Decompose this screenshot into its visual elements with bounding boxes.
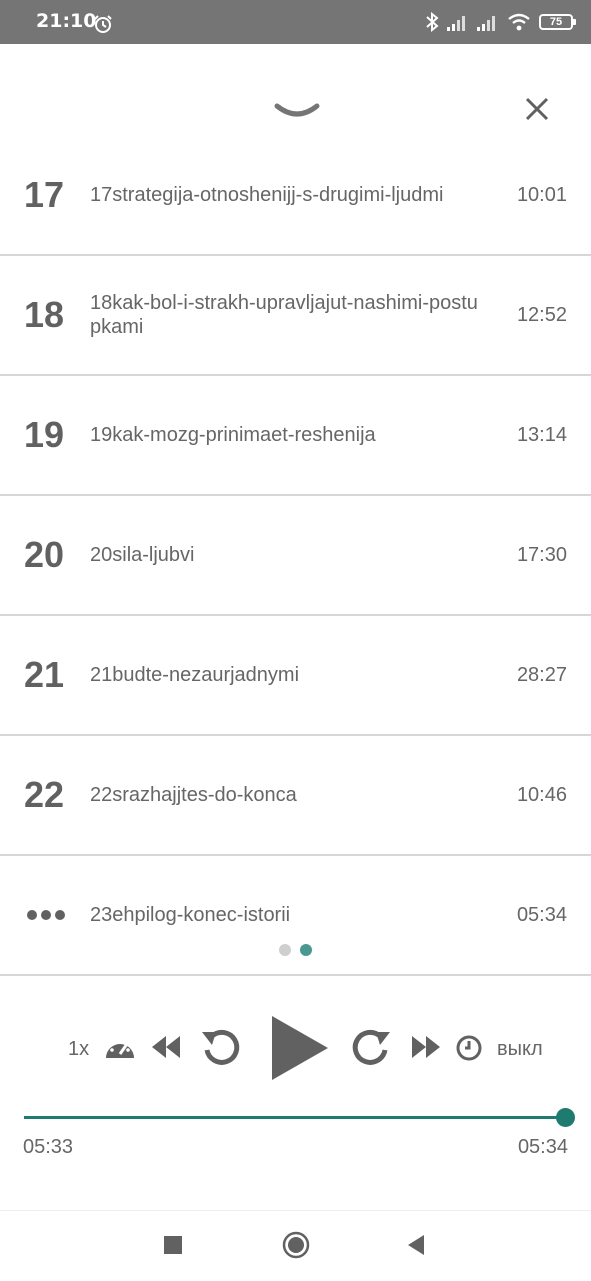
loading-indicator-icon — [279, 944, 312, 956]
track-title: 22srazhajjtes-do-konca — [90, 784, 297, 806]
more-dots-icon — [27, 910, 65, 920]
system-nav-bar — [0, 1210, 591, 1281]
seek-bar-fill — [24, 1116, 566, 1119]
playlist-item[interactable]: 21 21budte-nezaurjadnymi 28:27 — [0, 616, 591, 736]
track-number: 21 — [24, 654, 65, 695]
track-title: 20sila-ljubvi — [90, 544, 195, 566]
signal-icon — [447, 16, 465, 31]
elapsed-time: 05:33 — [23, 1136, 74, 1158]
battery-icon: 75 — [539, 14, 576, 30]
play-icon[interactable] — [268, 1014, 330, 1082]
track-title: 17strategija-otnoshenijj-s-drugimi-ljudm… — [90, 184, 444, 206]
sleep-timer-label[interactable]: выкл — [497, 1038, 543, 1061]
seek-bar[interactable] — [24, 1108, 576, 1127]
track-number: 19 — [24, 414, 65, 455]
status-time: 21:10 — [36, 10, 97, 32]
track-number: 18 — [24, 294, 65, 335]
playlist-item[interactable]: 18 18kak-bol-i-strakh-upravljajut-nashim… — [0, 256, 591, 376]
wifi-icon — [508, 13, 530, 31]
replay-icon[interactable] — [200, 1028, 242, 1068]
playlist-item-current[interactable]: 23ehpilog-konec-istorii 05:34 — [0, 856, 591, 976]
track-duration: 13:14 — [516, 424, 567, 446]
track-title: 19kak-mozg-prinimaet-reshenija — [90, 424, 376, 446]
track-title: 18kak-bol-i-strakh-upravljajut-nashimi-p… — [90, 292, 478, 338]
back-icon[interactable] — [406, 1234, 426, 1256]
bluetooth-icon — [426, 12, 439, 32]
track-duration: 10:01 — [516, 184, 567, 206]
seek-bar-thumb[interactable] — [556, 1108, 576, 1127]
playlist-item[interactable]: 19 19kak-mozg-prinimaet-reshenija 13:14 — [0, 376, 591, 496]
home-icon[interactable] — [282, 1231, 310, 1259]
track-number: 22 — [24, 774, 65, 815]
signal-icon — [477, 16, 495, 31]
playlist: 17 17strategija-otnoshenijj-s-drugimi-lj… — [0, 136, 591, 976]
status-icons: 75 — [425, 12, 576, 32]
alarm-icon — [94, 15, 112, 33]
chevron-down-icon[interactable] — [272, 96, 322, 126]
speedometer-icon[interactable] — [104, 1032, 136, 1062]
track-duration: 05:34 — [516, 904, 567, 926]
playlist-item[interactable]: 17 17strategija-otnoshenijj-s-drugimi-lj… — [0, 136, 591, 256]
fast-forward-icon[interactable] — [410, 1032, 442, 1062]
timer-icon[interactable] — [455, 1034, 483, 1062]
status-bar: 21:10 75 — [0, 0, 591, 44]
track-duration: 28:27 — [516, 664, 567, 686]
track-duration: 12:52 — [516, 304, 567, 326]
playback-speed-label[interactable]: 1x — [68, 1038, 89, 1061]
stop-icon[interactable] — [163, 1235, 183, 1255]
forward-icon[interactable] — [350, 1028, 392, 1068]
playlist-item[interactable]: 22 22srazhajjtes-do-konca 10:46 — [0, 736, 591, 856]
track-title: 21budte-nezaurjadnymi — [90, 664, 300, 686]
track-duration: 17:30 — [516, 544, 567, 566]
track-number: 17 — [24, 174, 65, 215]
player-controls: 1x выкл — [0, 1010, 591, 1090]
track-duration: 10:46 — [516, 784, 567, 806]
close-icon[interactable] — [522, 94, 552, 124]
track-number: 20 — [24, 534, 65, 575]
fast-rewind-icon[interactable] — [150, 1032, 182, 1062]
playlist-item[interactable]: 20 20sila-ljubvi 17:30 — [0, 496, 591, 616]
total-time: 05:34 — [517, 1136, 568, 1158]
